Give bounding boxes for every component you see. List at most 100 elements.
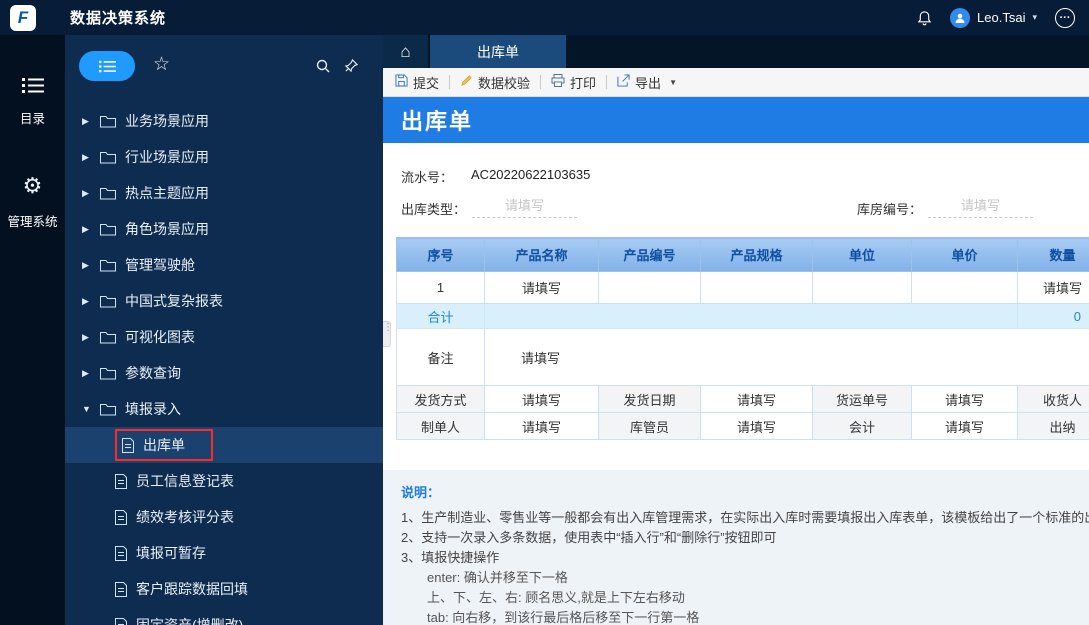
tab-label: 出库单	[477, 43, 519, 60]
toolbar-divider	[540, 75, 542, 89]
user-name: Leo.Tsai	[977, 10, 1026, 25]
notes-title: 说明：	[401, 485, 441, 500]
user-menu[interactable]: Leo.Tsai ▾	[950, 7, 1037, 28]
product-name-input[interactable]: 请填写	[484, 271, 599, 304]
tree-item-label: 可视化图表	[125, 329, 195, 345]
report-content: 流水号： AC20220622103635 出库类型： 请填写 库房编号： 请填…	[383, 143, 1089, 625]
serial-row: 流水号： AC20220622103635	[401, 167, 590, 186]
tree-folder-item[interactable]: ▶ 行业场景应用	[65, 139, 383, 175]
folder-icon	[100, 187, 116, 200]
tab-outbound-order[interactable]: 出库单	[430, 35, 566, 68]
tree-leaf-item-selected[interactable]: 出库单	[65, 427, 383, 463]
tree-folder-item-expanded[interactable]: ▼ 填报录入	[65, 391, 383, 427]
shipping-date-input[interactable]: 请填写	[700, 385, 813, 413]
tree-item-label: 业务场景应用	[125, 113, 209, 129]
chevron-down-icon: ▾	[1032, 12, 1037, 22]
remark-input[interactable]: 请填写	[484, 328, 1089, 386]
directory-tab-button[interactable]	[79, 51, 135, 81]
row-index-cell: 1	[396, 271, 485, 304]
splitter-handle[interactable]: ⋮	[383, 321, 391, 347]
rail-item-directory[interactable]: 目录	[20, 108, 45, 127]
more-options-icon[interactable]: ···	[1055, 7, 1075, 28]
tree-folder-item[interactable]: ▶ 业务场景应用	[65, 103, 383, 139]
validate-button[interactable]: 数据校验	[456, 73, 534, 92]
tree-folder-item[interactable]: ▶ 角色场景应用	[65, 211, 383, 247]
app-logo-icon[interactable]: F	[10, 4, 36, 31]
pin-icon[interactable]	[344, 58, 359, 73]
tab-home[interactable]: ⌂	[383, 35, 430, 68]
note-line: 1、生产制造业、零售业等一般都会有出入库管理需求，在实际出入库时需要填报出入库表…	[401, 510, 1089, 525]
table-header-row: 序号 产品名称 产品编号 产品规格 单位 单价 数量	[396, 237, 1089, 272]
shipping-method-label: 发货方式	[396, 385, 485, 413]
print-label: 打印	[570, 75, 597, 91]
quantity-input[interactable]: 请填写	[1017, 271, 1089, 304]
tree-item-label: 固定资产(增删改)	[136, 617, 244, 625]
document-maker-label: 制单人	[396, 412, 485, 440]
accountant-input[interactable]: 请填写	[911, 412, 1018, 440]
topbar: F 数据决策系统 Leo.Tsai ▾ ···	[0, 0, 1089, 35]
favorites-star-icon[interactable]: ☆	[153, 53, 170, 76]
validate-label: 数据校验	[478, 75, 531, 91]
waybill-number-input[interactable]: 请填写	[911, 385, 1018, 413]
document-icon	[115, 473, 127, 489]
tree-item-label: 客户跟踪数据回填	[136, 581, 248, 597]
tree-leaf-item[interactable]: 填报可暂存	[65, 535, 383, 571]
warehouse-keeper-input[interactable]: 请填写	[700, 412, 813, 440]
submit-label: 提交	[413, 75, 440, 91]
document-maker-input[interactable]: 请填写	[484, 412, 599, 440]
search-icon[interactable]	[315, 58, 331, 74]
product-code-input[interactable]	[598, 271, 701, 304]
document-icon	[122, 437, 134, 453]
shipping-method-input[interactable]: 请填写	[484, 385, 599, 413]
tree-folder-item[interactable]: ▶ 可视化图表	[65, 319, 383, 355]
total-spacer	[484, 303, 1018, 329]
tree-item-label: 参数查询	[125, 365, 181, 381]
print-button[interactable]: 打印	[547, 73, 600, 92]
column-header: 单位	[812, 237, 912, 272]
document-icon	[115, 509, 127, 525]
tree-leaf-item[interactable]: 固定资产(增删改)	[65, 607, 383, 625]
user-avatar	[950, 7, 971, 28]
product-spec-input[interactable]	[700, 271, 813, 304]
folder-icon	[100, 223, 116, 236]
export-button[interactable]: 导出 ▼	[613, 73, 681, 92]
outbound-type-input[interactable]: 请填写	[472, 195, 578, 218]
notification-bell-icon[interactable]	[917, 10, 932, 26]
chevron-right-icon: ▶	[82, 259, 89, 270]
chevron-down-icon: ▼	[82, 404, 91, 414]
submit-button[interactable]: 提交	[391, 73, 443, 92]
folder-icon	[100, 331, 116, 344]
tree-leaf-item[interactable]: 客户跟踪数据回填	[65, 571, 383, 607]
column-header: 产品编号	[598, 237, 701, 272]
export-label: 导出	[635, 75, 662, 91]
rail-item-admin[interactable]: 管理系统	[7, 211, 57, 230]
chevron-right-icon: ▶	[82, 187, 89, 198]
chevron-right-icon: ▶	[82, 151, 89, 162]
gear-icon[interactable]: ⚙	[23, 175, 43, 197]
waybill-number-label: 货运单号	[812, 385, 912, 413]
unit-input[interactable]	[812, 271, 912, 304]
chevron-right-icon: ▶	[82, 295, 89, 306]
tree-leaf-item[interactable]: 绩效考核评分表	[65, 499, 383, 535]
folder-icon	[100, 259, 116, 272]
report-toolbar: 提交 数据校验 打印 导出 ▼	[383, 68, 1089, 97]
tree-folder-item[interactable]: ▶ 中国式复杂报表	[65, 283, 383, 319]
warehouse-code-input[interactable]: 请填写	[928, 195, 1034, 218]
unit-price-input[interactable]	[911, 271, 1018, 304]
tree-folder-item[interactable]: ▶ 参数查询	[65, 355, 383, 391]
tree-folder-item[interactable]: ▶ 管理驾驶舱	[65, 247, 383, 283]
tree-item-label: 角色场景应用	[125, 221, 209, 237]
caret-down-icon[interactable]: ▼	[669, 78, 677, 87]
tab-bar: ⌂ 出库单	[383, 35, 1089, 68]
warehouse-code-label: 库房编号：	[857, 202, 923, 217]
tree-leaf-item[interactable]: 员工信息登记表	[65, 463, 383, 499]
outbound-table-wrap: 序号 产品名称 产品编号 产品规格 单位 单价 数量 1 请填写 请填写 合计	[396, 237, 1089, 440]
list-icon	[98, 60, 116, 72]
column-header: 产品名称	[484, 237, 599, 272]
cashier-label: 出纳	[1017, 412, 1089, 440]
directory-list-icon[interactable]	[21, 77, 44, 94]
note-line: 2、支持一次录入多条数据，使用表中“插入行”和“删除行”按钮即可	[401, 530, 777, 545]
tree-folder-item[interactable]: ▶ 热点主题应用	[65, 175, 383, 211]
chevron-right-icon: ▶	[82, 223, 89, 234]
printer-icon	[551, 74, 565, 90]
